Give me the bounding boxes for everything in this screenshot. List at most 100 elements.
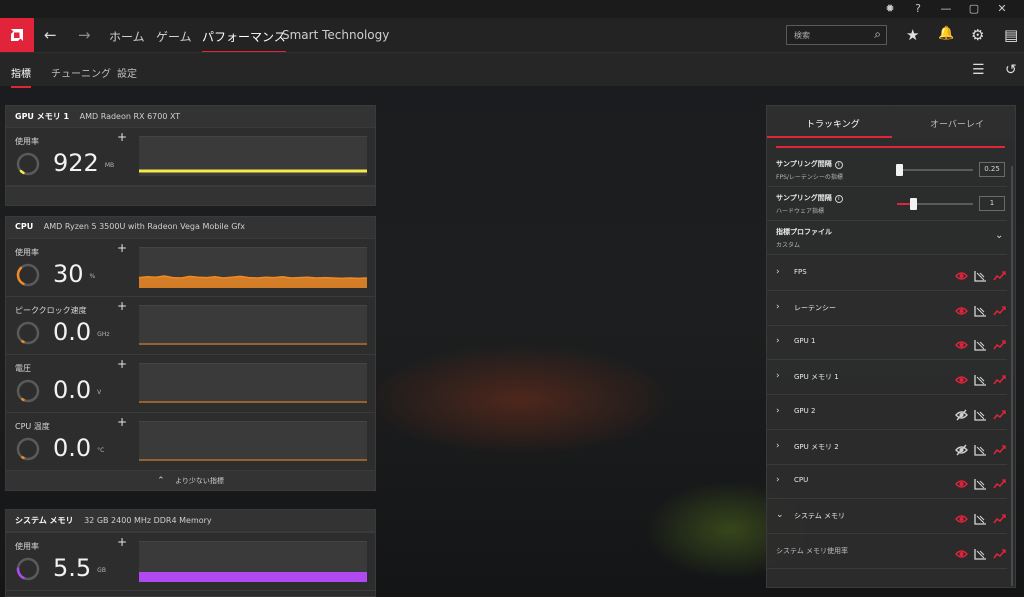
amd-logo[interactable] bbox=[0, 18, 34, 52]
sampling-interval-value[interactable]: 0.25 bbox=[979, 162, 1005, 177]
list-view-icon[interactable]: ☰ bbox=[972, 62, 985, 78]
device-name: 32 GB 2400 MHz DDR4 Memory bbox=[84, 516, 212, 525]
tab-overlay[interactable]: オーバーレイ bbox=[930, 117, 984, 130]
eye-off-icon[interactable] bbox=[955, 406, 968, 421]
add-icon[interactable]: + bbox=[117, 535, 127, 549]
axis-chart-icon[interactable] bbox=[974, 406, 987, 421]
metric-row[interactable]: › FPS bbox=[767, 256, 1007, 291]
tab-tracking[interactable]: トラッキング bbox=[806, 117, 860, 130]
maximize-icon[interactable]: ▢ bbox=[960, 2, 988, 16]
tab-tuning[interactable]: チューニング bbox=[51, 65, 111, 80]
nav-home[interactable]: ホーム bbox=[109, 28, 145, 45]
sampling-interval-slider[interactable] bbox=[896, 164, 973, 176]
search-icon[interactable]: ⌕ bbox=[874, 27, 881, 42]
trend-icon[interactable] bbox=[993, 475, 1006, 489]
chevron-right-icon[interactable]: › bbox=[776, 267, 780, 277]
chevron-down-icon[interactable]: ⌄ bbox=[995, 230, 1003, 241]
add-icon[interactable]: + bbox=[117, 130, 127, 144]
metric-name: レーテンシー bbox=[794, 303, 836, 312]
axis-chart-icon[interactable] bbox=[974, 336, 987, 352]
chevron-down-icon[interactable]: ⌄ bbox=[776, 510, 784, 520]
metric-row[interactable]: › レーテンシー bbox=[767, 291, 1007, 326]
info-icon[interactable]: i bbox=[834, 195, 843, 203]
trend-icon[interactable] bbox=[993, 406, 1006, 420]
axis-chart-icon[interactable] bbox=[974, 302, 987, 317]
sampling-interval-slider[interactable] bbox=[897, 198, 973, 210]
sampling-interval-value[interactable]: 1 bbox=[979, 196, 1005, 211]
back-arrow-icon[interactable]: ← bbox=[44, 26, 57, 44]
reset-icon[interactable]: ↺ bbox=[1005, 62, 1017, 78]
metric-row[interactable]: › CPU bbox=[767, 464, 1007, 500]
chevron-right-icon[interactable]: › bbox=[776, 441, 780, 451]
add-icon[interactable]: + bbox=[117, 357, 127, 371]
metric-value: 5.5 bbox=[53, 554, 92, 582]
metric-chart bbox=[139, 136, 367, 176]
search-input[interactable]: 検索 ⌕ bbox=[786, 25, 887, 45]
axis-chart-icon[interactable] bbox=[974, 475, 987, 490]
metric-label: 使用率 bbox=[15, 248, 39, 257]
scrollbar[interactable] bbox=[1011, 166, 1013, 586]
settings-gear-icon[interactable]: ⚙ bbox=[971, 26, 984, 44]
trend-icon[interactable] bbox=[993, 441, 1006, 454]
axis-chart-icon[interactable] bbox=[974, 545, 987, 560]
close-icon[interactable]: ✕ bbox=[988, 2, 1016, 16]
nav-game[interactable]: ゲーム bbox=[156, 28, 192, 45]
eye-icon[interactable] bbox=[955, 302, 968, 315]
notification-bell-icon[interactable]: 🔔 bbox=[938, 26, 954, 41]
metric-card[interactable]: 使用率 + 5.5 GB bbox=[6, 533, 375, 591]
minimize-icon[interactable]: — bbox=[932, 2, 960, 16]
trend-icon[interactable] bbox=[993, 371, 1006, 385]
metric-row[interactable]: › GPU メモリ 1 bbox=[767, 360, 1007, 396]
help-icon[interactable]: ? bbox=[904, 2, 932, 16]
metric-card[interactable]: ピーククロック速度 + 0.0 GHz bbox=[6, 297, 375, 355]
eye-icon[interactable] bbox=[955, 475, 968, 488]
accent-divider bbox=[776, 146, 1005, 148]
metric-row[interactable]: › GPU 1 bbox=[767, 325, 1007, 361]
metric-row[interactable]: › GPU メモリ 2 bbox=[767, 430, 1007, 465]
info-icon[interactable]: i bbox=[834, 161, 843, 169]
chevron-right-icon[interactable]: › bbox=[776, 302, 780, 312]
eye-icon[interactable] bbox=[955, 545, 968, 558]
metric-row[interactable]: › GPU 2 bbox=[767, 395, 1007, 430]
metric-card[interactable]: 使用率 + 30 % bbox=[6, 239, 375, 297]
bug-icon[interactable]: ✹ bbox=[876, 2, 904, 16]
tab-settings[interactable]: 設定 bbox=[117, 65, 137, 80]
tab-metrics[interactable]: 指標 bbox=[11, 65, 31, 88]
trend-icon[interactable] bbox=[993, 510, 1006, 524]
metric-sub-row[interactable]: システム メモリ使用率 bbox=[767, 534, 1007, 569]
trend-icon[interactable] bbox=[993, 336, 1006, 350]
metric-card[interactable]: CPU 温度 + 0.0 °C bbox=[6, 413, 375, 471]
axis-chart-icon[interactable] bbox=[974, 441, 987, 456]
axis-chart-icon[interactable] bbox=[974, 510, 987, 525]
metric-profile-dropdown[interactable]: 指標プロファイル カスタム ⌄ bbox=[767, 221, 1007, 255]
trend-icon[interactable] bbox=[993, 267, 1006, 281]
panel-layout-icon[interactable]: ▤ bbox=[1004, 26, 1018, 44]
axis-chart-icon[interactable] bbox=[974, 371, 987, 386]
chevron-right-icon[interactable]: › bbox=[776, 475, 780, 485]
nav-performance[interactable]: パフォーマンス bbox=[202, 28, 286, 53]
fewer-metrics-toggle[interactable]: ⌃ より少ない指標 bbox=[6, 471, 375, 490]
eye-icon[interactable] bbox=[955, 371, 968, 384]
eye-icon[interactable] bbox=[955, 510, 968, 523]
add-icon[interactable]: + bbox=[117, 241, 127, 255]
chevron-right-icon[interactable]: › bbox=[776, 336, 780, 346]
eye-off-icon[interactable] bbox=[955, 441, 968, 455]
favorite-star-icon[interactable]: ★ bbox=[906, 26, 919, 44]
chevron-up-icon: ⌃ bbox=[157, 476, 165, 486]
sub-navigation: 指標 チューニング 設定 ☰ ↺ bbox=[0, 52, 1024, 88]
metric-name: システム メモリ使用率 bbox=[776, 546, 849, 555]
axis-chart-icon[interactable] bbox=[974, 267, 987, 282]
eye-icon[interactable] bbox=[955, 336, 968, 350]
add-icon[interactable]: + bbox=[117, 299, 127, 313]
chevron-right-icon[interactable]: › bbox=[776, 371, 780, 381]
eye-icon[interactable] bbox=[955, 267, 968, 280]
metric-card[interactable]: 電圧 + 0.0 V bbox=[6, 355, 375, 413]
trend-icon[interactable] bbox=[993, 545, 1006, 559]
trend-icon[interactable] bbox=[993, 302, 1006, 316]
metric-card[interactable]: 使用率 + 922 MB bbox=[6, 128, 375, 186]
add-icon[interactable]: + bbox=[117, 415, 127, 429]
nav-smart-technology[interactable]: Smart Technology bbox=[282, 28, 389, 42]
chevron-right-icon[interactable]: › bbox=[776, 406, 780, 416]
forward-arrow-icon[interactable]: → bbox=[78, 26, 91, 44]
metric-row[interactable]: ⌄ システム メモリ bbox=[767, 499, 1007, 534]
